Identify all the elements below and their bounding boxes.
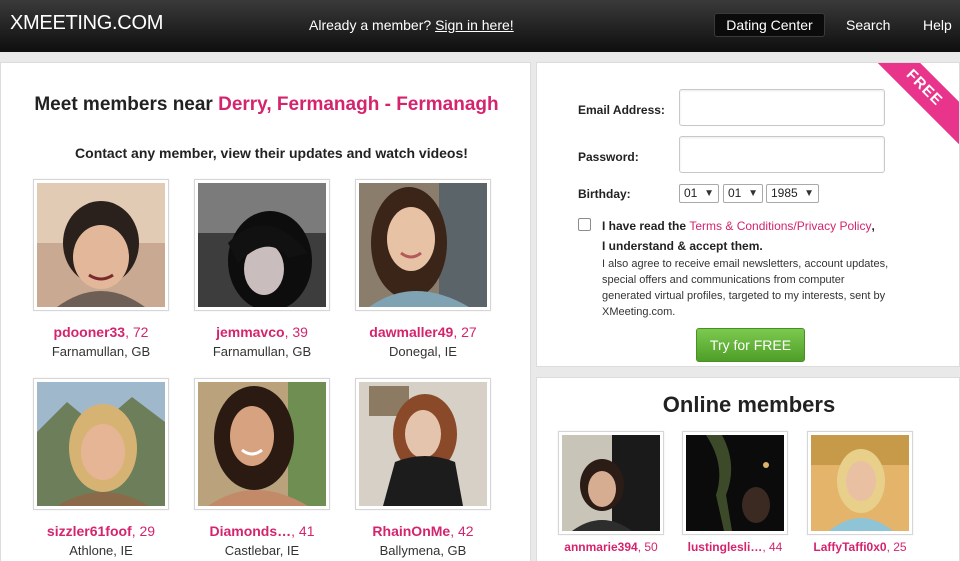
terms-text: I have read the Terms & Conditions/Priva… (602, 216, 892, 256)
member-username[interactable]: sizzler61foof (47, 523, 132, 539)
member-photo[interactable] (37, 382, 165, 506)
member-age: , 39 (284, 324, 308, 340)
online-member-card[interactable]: lustinglesli…, 44 (682, 431, 788, 554)
member-username[interactable]: pdooner33 (54, 324, 126, 340)
member-age: , 25 (886, 540, 907, 554)
member-name-line: sizzler61foof, 29 (33, 523, 169, 539)
member-location: Castlebar, IE (224, 543, 300, 558)
member-age: , 44 (762, 540, 783, 554)
member-name-line: LaffyTaffi0x0, 25 (807, 540, 913, 554)
member-photo-frame[interactable] (682, 431, 788, 535)
member-photo[interactable] (37, 183, 165, 307)
chevron-down-icon: ▼ (748, 188, 758, 199)
page-subtitle: Contact any member, view their updates a… (75, 145, 468, 161)
member-username[interactable]: Diamonds… (209, 523, 291, 539)
member-photo-frame[interactable] (194, 179, 330, 311)
member-location: Donegal, IE (389, 344, 457, 359)
member-photo-frame[interactable] (33, 378, 169, 510)
member-name-line: RhainOnMe, 42 (355, 523, 491, 539)
member-location: Athlone, IE (69, 543, 133, 558)
member-photo[interactable] (562, 435, 660, 531)
member-photo[interactable] (198, 183, 326, 311)
password-field[interactable] (679, 136, 885, 173)
member-photo-frame[interactable] (194, 378, 330, 510)
terms-suffix: , (871, 219, 875, 233)
email-field[interactable] (679, 89, 885, 126)
nav-help[interactable]: Help (923, 17, 952, 33)
birthday-month-select[interactable]: 01 ▼ (723, 184, 763, 203)
member-prompt-text: Already a member? (309, 17, 432, 33)
site-logo[interactable]: XMEETING.COM (10, 12, 163, 35)
member-card[interactable]: jemmavco, 39 Farnamullan, GB (194, 179, 330, 359)
member-location: Farnamullan, GB (51, 344, 151, 359)
birthday-year-value: 1985 (771, 186, 798, 200)
signup-form: FREE Email Address: Password: Birthday: … (536, 62, 960, 367)
password-label: Password: (578, 150, 639, 164)
member-age: , 42 (450, 523, 474, 539)
email-label: Email Address: (578, 103, 665, 117)
member-age: , 29 (131, 523, 156, 539)
member-username[interactable]: RhainOnMe (372, 523, 450, 539)
member-name-line: Diamonds…, 41 (194, 523, 330, 539)
online-member-card[interactable]: LaffyTaffi0x0, 25 (807, 431, 913, 554)
nav-search[interactable]: Search (846, 17, 890, 33)
nav-dating-center[interactable]: Dating Center (714, 13, 825, 37)
member-age: , 41 (291, 523, 315, 539)
birthday-day-value: 01 (684, 186, 698, 200)
member-photo[interactable] (359, 183, 487, 307)
member-name-line: lustinglesli…, 44 (682, 540, 788, 554)
member-prompt: Already a member? Sign in here! (309, 17, 514, 33)
member-photo[interactable] (359, 382, 487, 506)
birthday-label: Birthday: (578, 187, 631, 201)
birthday-month-value: 01 (728, 186, 742, 200)
member-photo[interactable] (686, 435, 784, 531)
newsletter-consent-text: I also agree to receive email newsletter… (602, 258, 889, 318)
member-card[interactable]: dawmaller49, 27 Donegal, IE (355, 179, 491, 359)
chevron-down-icon: ▼ (704, 188, 714, 199)
chevron-down-icon: ▼ (804, 188, 814, 199)
member-photo[interactable] (198, 382, 326, 506)
member-photo-frame[interactable] (558, 431, 664, 535)
terms-prefix: I have read the (602, 219, 690, 233)
online-member-card[interactable]: annmarie394, 50 (558, 431, 664, 554)
member-photo[interactable] (811, 435, 909, 531)
member-photo-frame[interactable] (807, 431, 913, 535)
member-photo-frame[interactable] (33, 179, 169, 311)
member-location: Farnamullan, GB (212, 344, 312, 359)
member-username[interactable]: annmarie394 (564, 540, 637, 554)
page-title-prefix: Meet members near (34, 94, 219, 115)
member-photo-frame[interactable] (355, 378, 491, 510)
member-name-line: dawmaller49, 27 (355, 324, 491, 340)
member-age: , 72 (125, 324, 149, 340)
sign-in-link[interactable]: Sign in here! (435, 17, 514, 33)
member-location: Ballymena, GB (379, 543, 467, 558)
member-name-line: jemmavco, 39 (194, 324, 330, 340)
terms-link[interactable]: Terms & Conditions (689, 219, 793, 233)
member-age: , 50 (637, 540, 658, 554)
birthday-day-select[interactable]: 01 ▼ (679, 184, 719, 203)
member-card[interactable]: Diamonds…, 41 Castlebar, IE (194, 378, 330, 558)
birthday-year-select[interactable]: 1985 ▼ (766, 184, 819, 203)
member-name-line: annmarie394, 50 (558, 540, 664, 554)
page-title-location: Derry, Fermanagh - Fermanagh (218, 94, 499, 115)
member-card[interactable]: pdooner33, 72 Farnamullan, GB (33, 179, 169, 359)
member-card[interactable]: RhainOnMe, 42 Ballymena, GB (355, 378, 491, 558)
terms-checkbox[interactable] (578, 218, 591, 231)
try-free-button[interactable]: Try for FREE (696, 328, 805, 362)
member-card[interactable]: sizzler61foof, 29 Athlone, IE (33, 378, 169, 558)
online-members-title: Online members (662, 392, 836, 417)
members-near-panel: Meet members near Derry, Fermanagh - Fer… (0, 62, 531, 561)
member-username[interactable]: jemmavco (216, 324, 284, 340)
member-age: , 27 (453, 324, 477, 340)
member-username[interactable]: lustinglesli… (688, 540, 763, 554)
page-title: Meet members near Derry, Fermanagh - Fer… (1, 94, 532, 115)
member-username[interactable]: dawmaller49 (369, 324, 453, 340)
online-members-panel: Online members annmarie394, 50 lustingle… (536, 377, 960, 561)
privacy-link[interactable]: Privacy Policy (797, 219, 872, 233)
member-name-line: pdooner33, 72 (33, 324, 169, 340)
member-username[interactable]: LaffyTaffi0x0 (813, 540, 886, 554)
terms-accept: I understand & accept them. (602, 239, 763, 253)
top-bar: XMEETING.COM Already a member? Sign in h… (0, 0, 960, 52)
member-photo-frame[interactable] (355, 179, 491, 311)
